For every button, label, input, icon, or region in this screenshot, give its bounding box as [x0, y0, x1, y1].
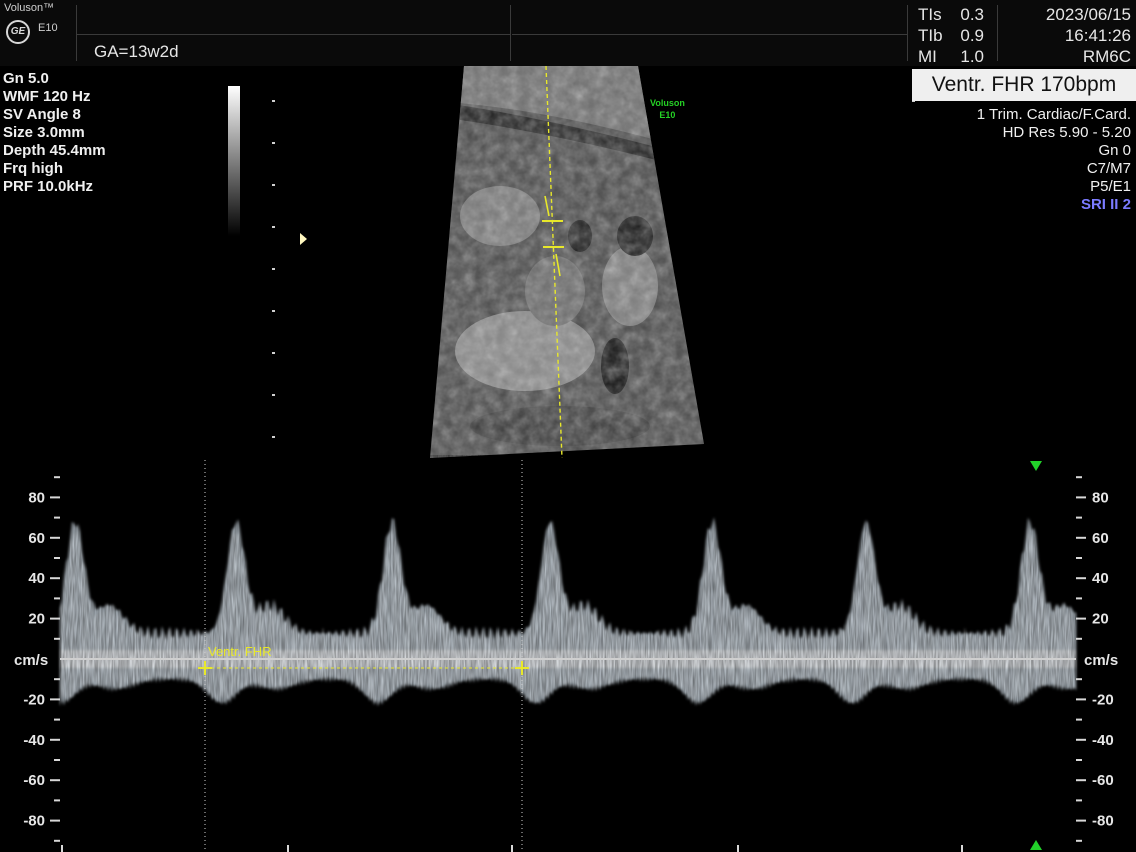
scale-label-right: -20	[1092, 691, 1114, 708]
scale-label-left: -80	[23, 813, 45, 830]
mi-value: 1.0	[960, 47, 984, 66]
scale-label-right: -60	[1092, 772, 1114, 789]
unit-label-right: cm/s	[1084, 652, 1118, 669]
tib-value: 0.9	[960, 26, 984, 45]
param-preset: 1 Trim. Cardiac/F.Card.	[976, 106, 1131, 123]
unit-label-left: cm/s	[14, 652, 48, 669]
focus-marker-icon[interactable]	[300, 233, 307, 245]
gestational-age: GA=13w2d	[94, 42, 179, 61]
scale-label-right: 80	[1092, 489, 1109, 506]
param-wmf: WMF 120 Hz	[3, 88, 91, 105]
depth-tick	[272, 268, 275, 270]
doppler-parameters: Gn 5.0 WMF 120 Hz SV Angle 8 Size 3.0mm …	[3, 70, 106, 196]
scale-label-right: 40	[1092, 570, 1109, 587]
marker-down-icon[interactable]	[1030, 461, 1042, 471]
scale-label-left: -20	[23, 691, 45, 708]
header-divider	[997, 5, 998, 61]
depth-tick	[272, 436, 275, 438]
depth-tick	[272, 352, 275, 354]
ge-logo-icon: GE	[6, 20, 30, 44]
param-size: Size 3.0mm	[3, 124, 85, 141]
measure-label: Ventr. FHR	[208, 644, 272, 659]
param-depth: Depth 45.4mm	[3, 142, 106, 159]
param-frequency: Frq high	[3, 160, 63, 177]
scale-label-left: 80	[28, 489, 45, 506]
header-divider	[76, 5, 77, 61]
grayscale-bar	[228, 86, 240, 236]
marker-up-icon[interactable]	[1030, 840, 1042, 850]
model-label: E10	[38, 22, 58, 34]
scale-label-left: -40	[23, 732, 45, 749]
tis-label: TIs	[918, 5, 942, 24]
datetime-block: 2023/06/15 16:41:26 RM6C	[1046, 4, 1131, 67]
depth-tick	[272, 394, 275, 396]
imaging-parameters: 1 Trim. Cardiac/F.Card. HD Res 5.90 - 5.…	[977, 106, 1131, 214]
param-gain: Gn 5.0	[3, 70, 49, 87]
top-info-bar: Voluson™ GE E10 GA=13w2d TIs 0.3 TIb 0.9 M…	[0, 0, 1136, 66]
mi-label: MI	[918, 47, 937, 66]
time-text: 16:41:26	[1064, 26, 1131, 45]
scale-label-right: 60	[1092, 530, 1109, 547]
param-hd-res: HD Res 5.90 - 5.20	[1002, 124, 1131, 141]
param-color-map: C7/M7	[1086, 160, 1131, 177]
scale-label-left: 20	[28, 611, 45, 628]
scale-label-left: 40	[28, 570, 45, 587]
depth-scale	[272, 100, 276, 440]
header-line	[76, 34, 510, 35]
depth-tick	[272, 100, 275, 102]
probe-text: RM6C	[1082, 47, 1131, 66]
param-sv-angle: SV Angle 8	[3, 106, 81, 123]
header-divider	[907, 5, 908, 61]
scale-label-right: -80	[1092, 813, 1114, 830]
b-mode-image[interactable]	[430, 66, 710, 458]
scale-label-left: 60	[28, 530, 45, 547]
scale-label-right: 20	[1092, 611, 1109, 628]
depth-tick	[272, 310, 275, 312]
depth-tick	[272, 226, 275, 228]
doppler-spectrum-panel[interactable]: Ventr. FHR cm/s cm/s 80 80 60 60 40 40 20 20 -20…	[0, 455, 1136, 852]
tib-label: TIb	[918, 26, 943, 45]
header-line	[512, 34, 907, 35]
fhr-measurement-badge[interactable]: Ventr. FHR 170bpm	[912, 69, 1136, 101]
param-prf: PRF 10.0kHz	[3, 178, 94, 195]
tis-value: 0.3	[960, 5, 984, 24]
brand-label: Voluson™	[4, 2, 55, 14]
date-text: 2023/06/15	[1045, 5, 1131, 24]
depth-tick	[272, 184, 275, 186]
sri-setting: SRI II 2	[1080, 196, 1131, 213]
param-persistence: P5/E1	[1090, 178, 1131, 195]
voluson-watermark: Voluson E10	[650, 98, 685, 120]
param-bmode-gain: Gn 0	[1098, 142, 1131, 159]
scale-label-right: -40	[1092, 732, 1114, 749]
scale-label-left: -60	[23, 772, 45, 789]
depth-tick	[272, 142, 275, 144]
thermal-index-block: TIs 0.3 TIb 0.9 MI 1.0	[918, 4, 984, 67]
header-divider	[510, 5, 511, 61]
